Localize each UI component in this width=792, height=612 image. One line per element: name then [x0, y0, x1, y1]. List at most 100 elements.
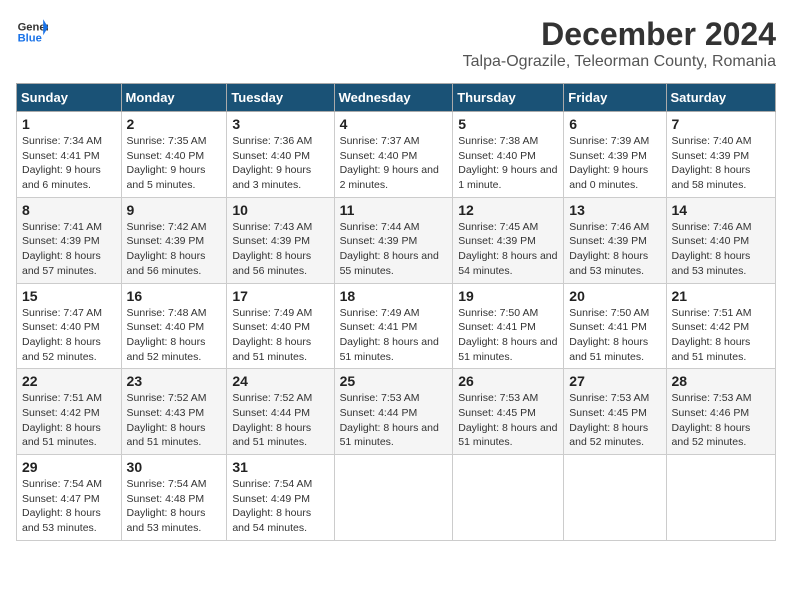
calendar-cell: 28 Sunrise: 7:53 AMSunset: 4:46 PMDayligh…	[666, 369, 775, 455]
day-info: Sunrise: 7:52 AMSunset: 4:43 PMDaylight:…	[127, 391, 222, 450]
day-number: 19	[458, 288, 558, 304]
calendar-cell: 3 Sunrise: 7:36 AMSunset: 4:40 PMDaylight…	[227, 112, 334, 198]
day-number: 23	[127, 373, 222, 389]
day-info: Sunrise: 7:42 AMSunset: 4:39 PMDaylight:…	[127, 220, 222, 279]
day-info: Sunrise: 7:48 AMSunset: 4:40 PMDaylight:…	[127, 306, 222, 365]
calendar-week-row: 1Sunrise: 7:34 AMSunset: 4:41 PMDaylight…	[17, 112, 776, 198]
calendar-cell: 13 Sunrise: 7:46 AMSunset: 4:39 PMDayligh…	[564, 197, 666, 283]
calendar-cell	[666, 455, 775, 541]
weekday-header-sunday: Sunday	[17, 84, 122, 112]
calendar-cell: 25 Sunrise: 7:53 AMSunset: 4:44 PMDayligh…	[334, 369, 453, 455]
day-info: Sunrise: 7:54 AMSunset: 4:48 PMDaylight:…	[127, 477, 222, 536]
calendar-cell: 10 Sunrise: 7:43 AMSunset: 4:39 PMDayligh…	[227, 197, 334, 283]
day-number: 15	[22, 288, 116, 304]
day-info: Sunrise: 7:49 AMSunset: 4:41 PMDaylight:…	[340, 306, 448, 365]
calendar-cell: 1Sunrise: 7:34 AMSunset: 4:41 PMDaylight…	[17, 112, 122, 198]
weekday-header-thursday: Thursday	[453, 84, 564, 112]
day-number: 9	[127, 202, 222, 218]
calendar-cell: 30 Sunrise: 7:54 AMSunset: 4:48 PMDayligh…	[121, 455, 227, 541]
day-number: 25	[340, 373, 448, 389]
calendar-cell: 14 Sunrise: 7:46 AMSunset: 4:40 PMDayligh…	[666, 197, 775, 283]
day-info: Sunrise: 7:49 AMSunset: 4:40 PMDaylight:…	[232, 306, 328, 365]
calendar-cell: 23 Sunrise: 7:52 AMSunset: 4:43 PMDayligh…	[121, 369, 227, 455]
calendar-cell: 11 Sunrise: 7:44 AMSunset: 4:39 PMDayligh…	[334, 197, 453, 283]
calendar-cell: 4Sunrise: 7:37 AMSunset: 4:40 PMDaylight…	[334, 112, 453, 198]
day-info: Sunrise: 7:52 AMSunset: 4:44 PMDaylight:…	[232, 391, 328, 450]
logo-icon: General Blue	[16, 16, 48, 48]
day-number: 17	[232, 288, 328, 304]
day-number: 3	[232, 116, 328, 132]
title-block: December 2024 Talpa-Ograzile, Teleorman …	[463, 16, 776, 71]
day-info: Sunrise: 7:54 AMSunset: 4:47 PMDaylight:…	[22, 477, 116, 536]
svg-text:Blue: Blue	[18, 33, 42, 45]
calendar-week-row: 15 Sunrise: 7:47 AMSunset: 4:40 PMDayligh…	[17, 283, 776, 369]
calendar-cell: 24 Sunrise: 7:52 AMSunset: 4:44 PMDayligh…	[227, 369, 334, 455]
day-info: Sunrise: 7:54 AMSunset: 4:49 PMDaylight:…	[232, 477, 328, 536]
day-number: 30	[127, 459, 222, 475]
day-number: 13	[569, 202, 660, 218]
day-number: 28	[672, 373, 770, 389]
day-number: 27	[569, 373, 660, 389]
day-info: Sunrise: 7:35 AMSunset: 4:40 PMDaylight:…	[127, 134, 222, 193]
location-title: Talpa-Ograzile, Teleorman County, Romani…	[463, 53, 776, 71]
day-info: Sunrise: 7:45 AMSunset: 4:39 PMDaylight:…	[458, 220, 558, 279]
day-info: Sunrise: 7:41 AMSunset: 4:39 PMDaylight:…	[22, 220, 116, 279]
day-info: Sunrise: 7:47 AMSunset: 4:40 PMDaylight:…	[22, 306, 116, 365]
calendar-cell: 7Sunrise: 7:40 AMSunset: 4:39 PMDaylight…	[666, 112, 775, 198]
day-number: 18	[340, 288, 448, 304]
calendar-cell: 20Sunrise: 7:50 AMSunset: 4:41 PMDayligh…	[564, 283, 666, 369]
day-number: 26	[458, 373, 558, 389]
calendar-cell: 16 Sunrise: 7:48 AMSunset: 4:40 PMDayligh…	[121, 283, 227, 369]
day-number: 1	[22, 116, 116, 132]
day-number: 12	[458, 202, 558, 218]
day-number: 14	[672, 202, 770, 218]
calendar-cell: 8 Sunrise: 7:41 AMSunset: 4:39 PMDaylight…	[17, 197, 122, 283]
day-info: Sunrise: 7:53 AMSunset: 4:45 PMDaylight:…	[569, 391, 660, 450]
calendar-cell: 27 Sunrise: 7:53 AMSunset: 4:45 PMDayligh…	[564, 369, 666, 455]
day-number: 6	[569, 116, 660, 132]
day-number: 10	[232, 202, 328, 218]
day-info: Sunrise: 7:51 AMSunset: 4:42 PMDaylight:…	[672, 306, 770, 365]
calendar-table: SundayMondayTuesdayWednesdayThursdayFrid…	[16, 83, 776, 541]
day-info: Sunrise: 7:44 AMSunset: 4:39 PMDaylight:…	[340, 220, 448, 279]
calendar-cell: 21 Sunrise: 7:51 AMSunset: 4:42 PMDayligh…	[666, 283, 775, 369]
day-info: Sunrise: 7:46 AMSunset: 4:39 PMDaylight:…	[569, 220, 660, 279]
calendar-cell: 17 Sunrise: 7:49 AMSunset: 4:40 PMDayligh…	[227, 283, 334, 369]
calendar-cell: 29 Sunrise: 7:54 AMSunset: 4:47 PMDayligh…	[17, 455, 122, 541]
day-info: Sunrise: 7:46 AMSunset: 4:40 PMDaylight:…	[672, 220, 770, 279]
month-title: December 2024	[463, 16, 776, 53]
weekday-header-saturday: Saturday	[666, 84, 775, 112]
day-number: 21	[672, 288, 770, 304]
page-header: General Blue December 2024 Talpa-Ograzil…	[16, 16, 776, 71]
day-info: Sunrise: 7:40 AMSunset: 4:39 PMDaylight:…	[672, 134, 770, 193]
day-number: 16	[127, 288, 222, 304]
day-number: 11	[340, 202, 448, 218]
weekday-header-row: SundayMondayTuesdayWednesdayThursdayFrid…	[17, 84, 776, 112]
calendar-cell: 9 Sunrise: 7:42 AMSunset: 4:39 PMDaylight…	[121, 197, 227, 283]
day-info: Sunrise: 7:53 AMSunset: 4:46 PMDaylight:…	[672, 391, 770, 450]
day-number: 29	[22, 459, 116, 475]
calendar-cell	[564, 455, 666, 541]
calendar-cell: 6 Sunrise: 7:39 AMSunset: 4:39 PMDaylight…	[564, 112, 666, 198]
calendar-cell: 18 Sunrise: 7:49 AMSunset: 4:41 PMDayligh…	[334, 283, 453, 369]
calendar-cell: 31 Sunrise: 7:54 AMSunset: 4:49 PMDayligh…	[227, 455, 334, 541]
day-number: 20	[569, 288, 660, 304]
calendar-cell: 5Sunrise: 7:38 AMSunset: 4:40 PMDaylight…	[453, 112, 564, 198]
weekday-header-tuesday: Tuesday	[227, 84, 334, 112]
day-number: 8	[22, 202, 116, 218]
day-number: 22	[22, 373, 116, 389]
day-number: 24	[232, 373, 328, 389]
day-info: Sunrise: 7:50 AMSunset: 4:41 PMDaylight:…	[458, 306, 558, 365]
day-number: 31	[232, 459, 328, 475]
calendar-week-row: 8 Sunrise: 7:41 AMSunset: 4:39 PMDaylight…	[17, 197, 776, 283]
weekday-header-wednesday: Wednesday	[334, 84, 453, 112]
day-number: 5	[458, 116, 558, 132]
day-info: Sunrise: 7:53 AMSunset: 4:44 PMDaylight:…	[340, 391, 448, 450]
day-info: Sunrise: 7:36 AMSunset: 4:40 PMDaylight:…	[232, 134, 328, 193]
day-info: Sunrise: 7:43 AMSunset: 4:39 PMDaylight:…	[232, 220, 328, 279]
calendar-cell: 2Sunrise: 7:35 AMSunset: 4:40 PMDaylight…	[121, 112, 227, 198]
calendar-week-row: 29 Sunrise: 7:54 AMSunset: 4:47 PMDayligh…	[17, 455, 776, 541]
calendar-week-row: 22Sunrise: 7:51 AMSunset: 4:42 PMDayligh…	[17, 369, 776, 455]
weekday-header-monday: Monday	[121, 84, 227, 112]
day-info: Sunrise: 7:39 AMSunset: 4:39 PMDaylight:…	[569, 134, 660, 193]
